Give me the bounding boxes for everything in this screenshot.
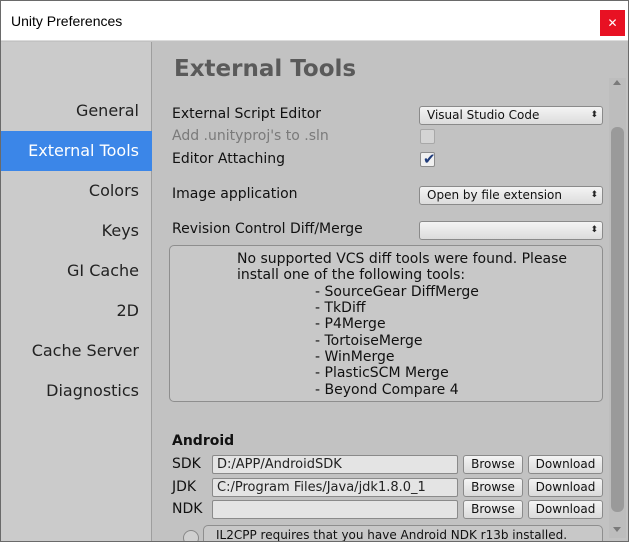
- dropdown-arrow-icon: ⬍: [590, 110, 598, 120]
- add-unityproj-checkbox[interactable]: [420, 129, 435, 144]
- page-title: External Tools: [174, 56, 357, 82]
- sdk-download-button[interactable]: Download: [528, 455, 603, 474]
- sidebar-item-cache-server[interactable]: Cache Server: [1, 331, 152, 371]
- sidebar-item-keys[interactable]: Keys: [1, 211, 152, 251]
- sdk-browse-button[interactable]: Browse: [463, 455, 523, 474]
- vcs-help-box: No supported VCS diff tools were found. …: [169, 245, 603, 402]
- help-line: install one of the following tools:: [237, 267, 466, 283]
- close-button[interactable]: ✕: [600, 10, 625, 36]
- sidebar-item-general[interactable]: General: [1, 91, 152, 131]
- sidebar-item-colors[interactable]: Colors: [1, 171, 152, 211]
- ndk-path-field[interactable]: [212, 500, 458, 519]
- scrollbar-thumb[interactable]: [611, 127, 624, 512]
- sidebar-item-external-tools[interactable]: External Tools: [1, 131, 152, 171]
- settings-panel: External Tools External Script Editor Vi…: [153, 42, 628, 541]
- help-line: - P4Merge: [315, 316, 386, 332]
- scroll-down-icon[interactable]: [613, 527, 621, 532]
- jdk-browse-button[interactable]: Browse: [463, 478, 523, 497]
- revision-control-dropdown[interactable]: ⬍: [419, 221, 603, 240]
- info-icon: [183, 530, 199, 541]
- vertical-scrollbar[interactable]: [609, 78, 626, 538]
- jdk-download-button[interactable]: Download: [528, 478, 603, 497]
- checkmark-icon: ✔: [423, 150, 436, 168]
- help-line: No supported VCS diff tools were found. …: [237, 251, 568, 267]
- editor-attaching-checkbox[interactable]: ✔: [420, 150, 436, 168]
- il2cpp-info-box: IL2CPP requires that you have Android ND…: [203, 525, 603, 541]
- help-line: - TkDiff: [315, 300, 366, 316]
- image-application-dropdown[interactable]: Open by file extension ⬍: [419, 186, 603, 205]
- title-bar: Unity Preferences ✕: [1, 1, 628, 41]
- sidebar-item-diagnostics[interactable]: Diagnostics: [1, 371, 152, 411]
- ndk-browse-button[interactable]: Browse: [463, 500, 523, 519]
- editor-attaching-label: Editor Attaching: [172, 151, 285, 167]
- image-application-value: Open by file extension: [427, 188, 562, 202]
- external-script-editor-value: Visual Studio Code: [427, 108, 540, 122]
- dropdown-arrow-icon: ⬍: [590, 225, 598, 235]
- scroll-up-icon[interactable]: [613, 80, 621, 85]
- help-line: - WinMerge: [315, 349, 395, 365]
- preferences-window: Unity Preferences ✕ General External Too…: [0, 0, 629, 542]
- help-line: - Beyond Compare 4: [315, 382, 459, 398]
- sidebar-item-gi-cache[interactable]: GI Cache: [1, 251, 152, 291]
- close-icon: ✕: [607, 16, 618, 30]
- jdk-label: JDK: [172, 479, 197, 495]
- ndk-label: NDK: [172, 501, 203, 517]
- revision-control-label: Revision Control Diff/Merge: [172, 221, 363, 237]
- dropdown-arrow-icon: ⬍: [590, 190, 598, 200]
- help-line: - SourceGear DiffMerge: [315, 284, 479, 300]
- sdk-label: SDK: [172, 456, 201, 472]
- add-unityproj-label: Add .unityproj's to .sln: [172, 128, 329, 144]
- help-line: - PlasticSCM Merge: [315, 365, 449, 381]
- sdk-path-field[interactable]: D:/APP/AndroidSDK: [212, 455, 458, 474]
- external-script-editor-dropdown[interactable]: Visual Studio Code ⬍: [419, 106, 603, 125]
- image-application-label: Image application: [172, 186, 298, 202]
- ndk-download-button[interactable]: Download: [528, 500, 603, 519]
- sidebar-item-2d[interactable]: 2D: [1, 291, 152, 331]
- help-line: - TortoiseMerge: [315, 333, 423, 349]
- android-section-title: Android: [172, 433, 235, 449]
- external-script-editor-label: External Script Editor: [172, 106, 322, 122]
- jdk-path-field[interactable]: C:/Program Files/Java/jdk1.8.0_1: [212, 478, 458, 497]
- sidebar: General External Tools Colors Keys GI Ca…: [1, 42, 152, 541]
- window-title: Unity Preferences: [11, 13, 123, 29]
